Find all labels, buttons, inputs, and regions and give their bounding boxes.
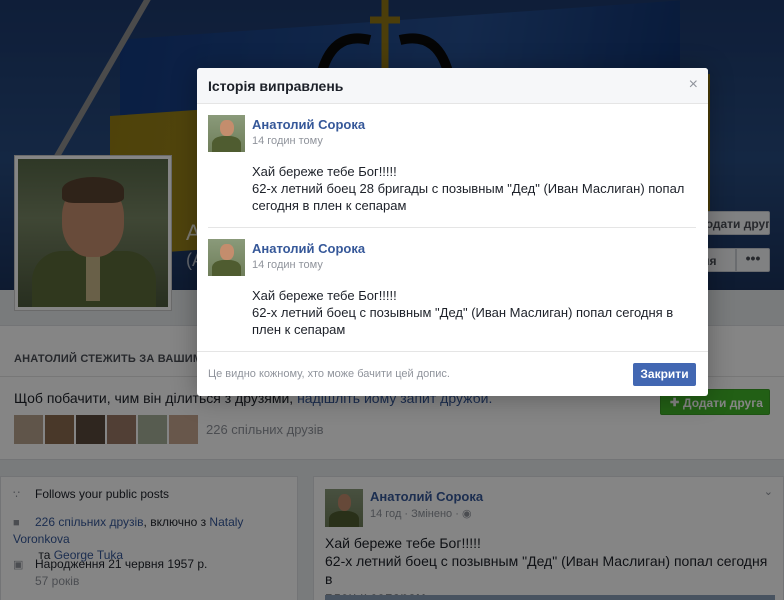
close-button[interactable]: Закрити [633,363,696,386]
revision-text: Хай береже тебе Бог!!!!! 62-х летний бое… [252,163,692,214]
visibility-note: Це видно кожному, хто може бачити цей до… [208,368,450,380]
revision-line: Хай береже тебе Бог!!!!! [252,164,397,179]
avatar[interactable] [208,239,245,276]
revision-author[interactable]: Анатолий Сорока [252,241,365,256]
revision-line: плен к сепарам [252,322,346,337]
revision-line: Хай береже тебе Бог!!!!! [252,288,397,303]
revision-text: Хай береже тебе Бог!!!!! 62-х летний бое… [252,287,692,338]
revision-line: 62-х летний боец 28 бригады с позывным "… [252,181,685,196]
revision-time: 14 годин тому [252,259,323,271]
revision-line: 62-х летний боец с позывным "Дед" (Иван … [252,305,674,320]
revision-author[interactable]: Анатолий Сорока [252,117,365,132]
edit-history-dialog: Історія виправлень × Анатолий Сорока 14 … [197,68,708,396]
dialog-title: Історія виправлень [208,78,344,94]
footer-divider [197,351,708,352]
revision-time: 14 годин тому [252,135,323,147]
close-icon[interactable]: × [689,76,698,94]
avatar[interactable] [208,115,245,152]
dialog-header: Історія виправлень × [197,68,708,104]
revision-item: Анатолий Сорока 14 годин тому Хай береже… [208,239,696,337]
revision-line: сегодня в плен к сепарам [252,198,407,213]
revision-divider [208,227,696,228]
revision-item: Анатолий Сорока 14 годин тому Хай береже… [208,115,696,213]
